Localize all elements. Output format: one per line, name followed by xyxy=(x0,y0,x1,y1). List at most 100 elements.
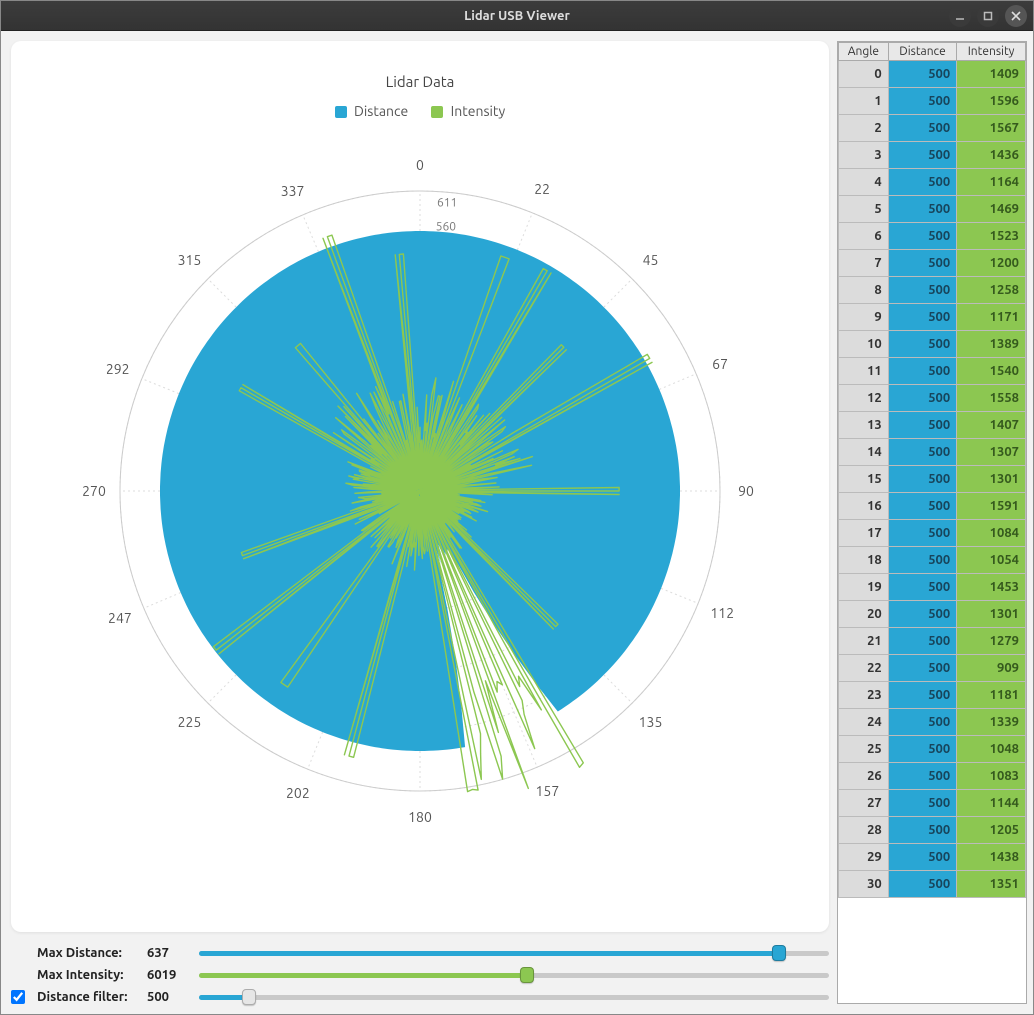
cell-distance[interactable]: 500 xyxy=(888,574,956,601)
cell-intensity[interactable]: 1339 xyxy=(957,709,1026,736)
cell-distance[interactable]: 500 xyxy=(888,304,956,331)
cell-intensity[interactable]: 1567 xyxy=(957,115,1026,142)
distance-filter-slider[interactable] xyxy=(199,991,829,1003)
cell-distance[interactable]: 500 xyxy=(888,736,956,763)
cell-angle[interactable]: 18 xyxy=(839,547,889,574)
table-row[interactable]: 255001048 xyxy=(839,736,1026,763)
cell-intensity[interactable]: 1171 xyxy=(957,304,1026,331)
cell-angle[interactable]: 29 xyxy=(839,844,889,871)
cell-distance[interactable]: 500 xyxy=(888,790,956,817)
cell-angle[interactable]: 23 xyxy=(839,682,889,709)
cell-angle[interactable]: 27 xyxy=(839,790,889,817)
table-row[interactable]: 245001339 xyxy=(839,709,1026,736)
minimize-button[interactable] xyxy=(949,5,971,27)
cell-intensity[interactable]: 1436 xyxy=(957,142,1026,169)
max-intensity-slider[interactable] xyxy=(199,969,829,981)
cell-distance[interactable]: 500 xyxy=(888,61,956,88)
cell-distance[interactable]: 500 xyxy=(888,88,956,115)
table-row[interactable]: 105001389 xyxy=(839,331,1026,358)
table-row[interactable]: 75001200 xyxy=(839,250,1026,277)
th-distance[interactable]: Distance xyxy=(888,43,956,61)
table-row[interactable]: 135001407 xyxy=(839,412,1026,439)
cell-intensity[interactable]: 909 xyxy=(957,655,1026,682)
cell-distance[interactable]: 500 xyxy=(888,520,956,547)
cell-distance[interactable]: 500 xyxy=(888,439,956,466)
table-row[interactable]: 85001258 xyxy=(839,277,1026,304)
cell-distance[interactable]: 500 xyxy=(888,601,956,628)
cell-intensity[interactable]: 1084 xyxy=(957,520,1026,547)
cell-distance[interactable]: 500 xyxy=(888,142,956,169)
cell-angle[interactable]: 9 xyxy=(839,304,889,331)
cell-intensity[interactable]: 1558 xyxy=(957,385,1026,412)
cell-intensity[interactable]: 1591 xyxy=(957,493,1026,520)
cell-angle[interactable]: 30 xyxy=(839,871,889,898)
cell-angle[interactable]: 22 xyxy=(839,655,889,682)
table-row[interactable]: 145001307 xyxy=(839,439,1026,466)
cell-angle[interactable]: 3 xyxy=(839,142,889,169)
cell-angle[interactable]: 15 xyxy=(839,466,889,493)
cell-distance[interactable]: 500 xyxy=(888,655,956,682)
cell-intensity[interactable]: 1048 xyxy=(957,736,1026,763)
cell-angle[interactable]: 14 xyxy=(839,439,889,466)
cell-distance[interactable]: 500 xyxy=(888,844,956,871)
table-row[interactable]: 265001083 xyxy=(839,763,1026,790)
cell-angle[interactable]: 0 xyxy=(839,61,889,88)
cell-intensity[interactable]: 1205 xyxy=(957,817,1026,844)
cell-angle[interactable]: 26 xyxy=(839,763,889,790)
cell-intensity[interactable]: 1258 xyxy=(957,277,1026,304)
cell-angle[interactable]: 13 xyxy=(839,412,889,439)
cell-distance[interactable]: 500 xyxy=(888,385,956,412)
distance-filter-checkbox[interactable] xyxy=(11,990,25,1004)
th-intensity[interactable]: Intensity xyxy=(957,43,1026,61)
table-row[interactable]: 35001436 xyxy=(839,142,1026,169)
maximize-button[interactable] xyxy=(977,5,999,27)
polar-chart[interactable]: Lidar Data Distance Intensity 0224567901… xyxy=(11,41,829,932)
table-row[interactable]: 45001164 xyxy=(839,169,1026,196)
cell-angle[interactable]: 21 xyxy=(839,628,889,655)
cell-angle[interactable]: 20 xyxy=(839,601,889,628)
cell-distance[interactable]: 500 xyxy=(888,628,956,655)
cell-intensity[interactable]: 1596 xyxy=(957,88,1026,115)
cell-intensity[interactable]: 1523 xyxy=(957,223,1026,250)
cell-angle[interactable]: 24 xyxy=(839,709,889,736)
cell-intensity[interactable]: 1144 xyxy=(957,790,1026,817)
cell-angle[interactable]: 8 xyxy=(839,277,889,304)
cell-intensity[interactable]: 1200 xyxy=(957,250,1026,277)
max-distance-slider[interactable] xyxy=(199,947,829,959)
cell-intensity[interactable]: 1469 xyxy=(957,196,1026,223)
cell-distance[interactable]: 500 xyxy=(888,493,956,520)
table-row[interactable]: 195001453 xyxy=(839,574,1026,601)
cell-angle[interactable]: 11 xyxy=(839,358,889,385)
table-row[interactable]: 205001301 xyxy=(839,601,1026,628)
cell-intensity[interactable]: 1453 xyxy=(957,574,1026,601)
cell-distance[interactable]: 500 xyxy=(888,763,956,790)
cell-intensity[interactable]: 1164 xyxy=(957,169,1026,196)
legend-distance[interactable]: Distance xyxy=(335,103,412,119)
table-row[interactable]: 25001567 xyxy=(839,115,1026,142)
cell-intensity[interactable]: 1389 xyxy=(957,331,1026,358)
legend-intensity[interactable]: Intensity xyxy=(431,103,505,119)
table-row[interactable]: 22500909 xyxy=(839,655,1026,682)
table-row[interactable]: 185001054 xyxy=(839,547,1026,574)
cell-distance[interactable]: 500 xyxy=(888,412,956,439)
cell-distance[interactable]: 500 xyxy=(888,682,956,709)
cell-angle[interactable]: 25 xyxy=(839,736,889,763)
cell-distance[interactable]: 500 xyxy=(888,196,956,223)
cell-angle[interactable]: 12 xyxy=(839,385,889,412)
table-row[interactable]: 175001084 xyxy=(839,520,1026,547)
cell-intensity[interactable]: 1301 xyxy=(957,466,1026,493)
close-button[interactable] xyxy=(1005,5,1027,27)
table-row[interactable]: 15001596 xyxy=(839,88,1026,115)
table-row[interactable]: 125001558 xyxy=(839,385,1026,412)
cell-intensity[interactable]: 1407 xyxy=(957,412,1026,439)
table-row[interactable]: 115001540 xyxy=(839,358,1026,385)
cell-distance[interactable]: 500 xyxy=(888,358,956,385)
cell-intensity[interactable]: 1083 xyxy=(957,763,1026,790)
table-row[interactable]: 165001591 xyxy=(839,493,1026,520)
cell-distance[interactable]: 500 xyxy=(888,709,956,736)
cell-intensity[interactable]: 1540 xyxy=(957,358,1026,385)
cell-distance[interactable]: 500 xyxy=(888,871,956,898)
cell-distance[interactable]: 500 xyxy=(888,277,956,304)
cell-angle[interactable]: 1 xyxy=(839,88,889,115)
cell-intensity[interactable]: 1438 xyxy=(957,844,1026,871)
